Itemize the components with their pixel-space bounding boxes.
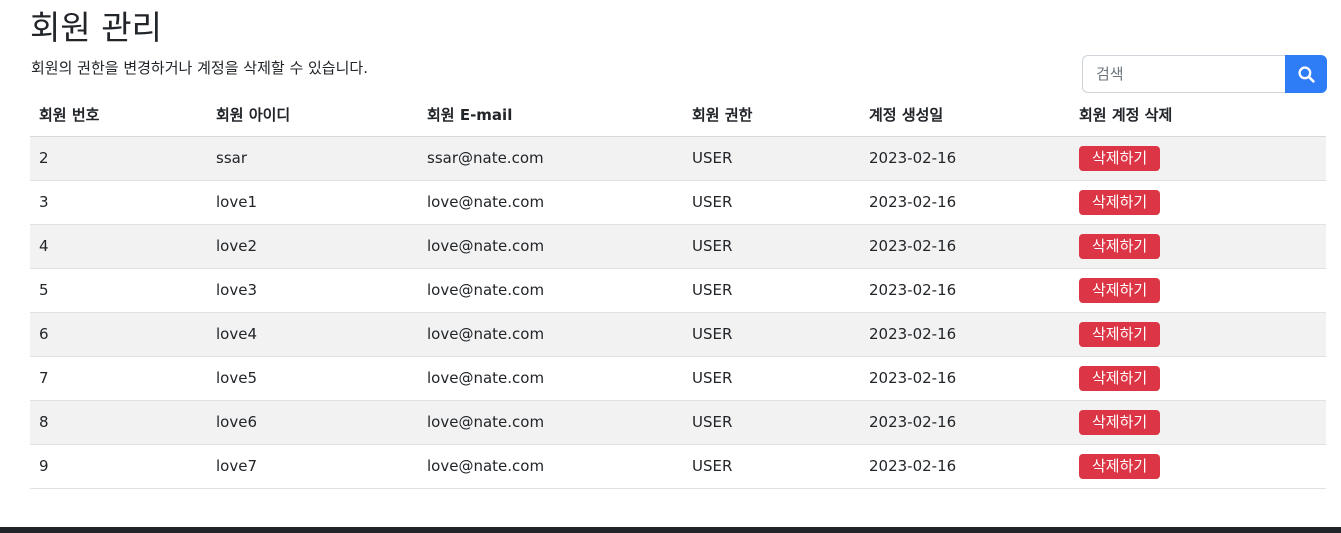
header-member-email: 회원 E-mail (418, 94, 683, 137)
cell-member-id: love1 (207, 180, 418, 225)
table-row: 9 love7 love@nate.com USER 2023-02-16 삭제하기 (30, 444, 1326, 489)
search-icon (1297, 65, 1315, 83)
footer-bar (0, 527, 1341, 533)
cell-delete-action: 삭제하기 (1070, 400, 1326, 445)
delete-button[interactable]: 삭제하기 (1079, 453, 1161, 479)
cell-created-date: 2023-02-16 (860, 136, 1070, 181)
cell-member-email: love@nate.com (418, 180, 683, 225)
cell-member-id: love2 (207, 224, 418, 269)
cell-delete-action: 삭제하기 (1070, 136, 1326, 181)
cell-member-id: ssar (207, 136, 418, 181)
cell-created-date: 2023-02-16 (860, 224, 1070, 269)
page: 회원 관리 회원의 권한을 변경하거나 계정을 삭제할 수 있습니다. 회원 번… (0, 0, 1341, 533)
cell-delete-action: 삭제하기 (1070, 180, 1326, 225)
delete-button[interactable]: 삭제하기 (1079, 321, 1161, 347)
cell-member-number: 9 (30, 444, 207, 489)
table-row: 5 love3 love@nate.com USER 2023-02-16 삭제하기 (30, 268, 1326, 313)
cell-member-role: USER (683, 312, 860, 357)
cell-member-role: USER (683, 268, 860, 313)
cell-member-id: love5 (207, 356, 418, 401)
cell-delete-action: 삭제하기 (1070, 444, 1326, 489)
table-row: 7 love5 love@nate.com USER 2023-02-16 삭제하기 (30, 356, 1326, 401)
cell-delete-action: 삭제하기 (1070, 356, 1326, 401)
cell-member-id: love6 (207, 400, 418, 445)
header-member-id: 회원 아이디 (207, 94, 418, 137)
header-member-number: 회원 번호 (30, 94, 207, 137)
cell-member-email: love@nate.com (418, 312, 683, 357)
cell-member-role: USER (683, 356, 860, 401)
cell-member-number: 2 (30, 136, 207, 181)
cell-member-email: love@nate.com (418, 356, 683, 401)
table-row: 4 love2 love@nate.com USER 2023-02-16 삭제하기 (30, 224, 1326, 269)
cell-member-email: love@nate.com (418, 268, 683, 313)
cell-delete-action: 삭제하기 (1070, 268, 1326, 313)
page-title: 회원 관리 (30, 8, 162, 47)
cell-member-number: 4 (30, 224, 207, 269)
cell-member-role: USER (683, 400, 860, 445)
cell-member-number: 7 (30, 356, 207, 401)
header-member-role: 회원 권한 (683, 94, 860, 137)
cell-delete-action: 삭제하기 (1070, 224, 1326, 269)
search-input[interactable] (1082, 55, 1285, 93)
cell-member-number: 5 (30, 268, 207, 313)
delete-button[interactable]: 삭제하기 (1079, 277, 1161, 303)
search-button[interactable] (1285, 55, 1327, 93)
cell-created-date: 2023-02-16 (860, 268, 1070, 313)
cell-member-number: 8 (30, 400, 207, 445)
table-row: 6 love4 love@nate.com USER 2023-02-16 삭제하기 (30, 312, 1326, 357)
cell-member-id: love4 (207, 312, 418, 357)
cell-member-email: love@nate.com (418, 224, 683, 269)
delete-button[interactable]: 삭제하기 (1079, 233, 1161, 259)
cell-member-role: USER (683, 180, 860, 225)
page-subtitle: 회원의 권한을 변경하거나 계정을 삭제할 수 있습니다. (31, 59, 368, 77)
header-created-date: 계정 생성일 (860, 94, 1070, 137)
cell-member-number: 3 (30, 180, 207, 225)
members-table: 회원 번호 회원 아이디 회원 E-mail 회원 권한 계정 생성일 회원 계… (30, 94, 1326, 489)
cell-created-date: 2023-02-16 (860, 312, 1070, 357)
delete-button[interactable]: 삭제하기 (1079, 145, 1161, 171)
search-bar (1082, 55, 1327, 93)
delete-button[interactable]: 삭제하기 (1079, 409, 1161, 435)
cell-member-email: ssar@nate.com (418, 136, 683, 181)
cell-member-id: love7 (207, 444, 418, 489)
cell-member-role: USER (683, 224, 860, 269)
cell-created-date: 2023-02-16 (860, 180, 1070, 225)
header-delete-account: 회원 계정 삭제 (1070, 94, 1326, 137)
table-body: 2 ssar ssar@nate.com USER 2023-02-16 삭제하기 3 lov… (30, 136, 1326, 489)
cell-member-role: USER (683, 136, 860, 181)
table-row: 8 love6 love@nate.com USER 2023-02-16 삭제하기 (30, 400, 1326, 445)
cell-member-id: love3 (207, 268, 418, 313)
cell-member-number: 6 (30, 312, 207, 357)
table-row: 2 ssar ssar@nate.com USER 2023-02-16 삭제하기 (30, 136, 1326, 181)
table-header-row: 회원 번호 회원 아이디 회원 E-mail 회원 권한 계정 생성일 회원 계… (30, 94, 1326, 137)
cell-created-date: 2023-02-16 (860, 444, 1070, 489)
table-row: 3 love1 love@nate.com USER 2023-02-16 삭제하기 (30, 180, 1326, 225)
cell-member-email: love@nate.com (418, 444, 683, 489)
delete-button[interactable]: 삭제하기 (1079, 365, 1161, 391)
cell-created-date: 2023-02-16 (860, 400, 1070, 445)
cell-member-email: love@nate.com (418, 400, 683, 445)
cell-created-date: 2023-02-16 (860, 356, 1070, 401)
cell-delete-action: 삭제하기 (1070, 312, 1326, 357)
delete-button[interactable]: 삭제하기 (1079, 189, 1161, 215)
cell-member-role: USER (683, 444, 860, 489)
